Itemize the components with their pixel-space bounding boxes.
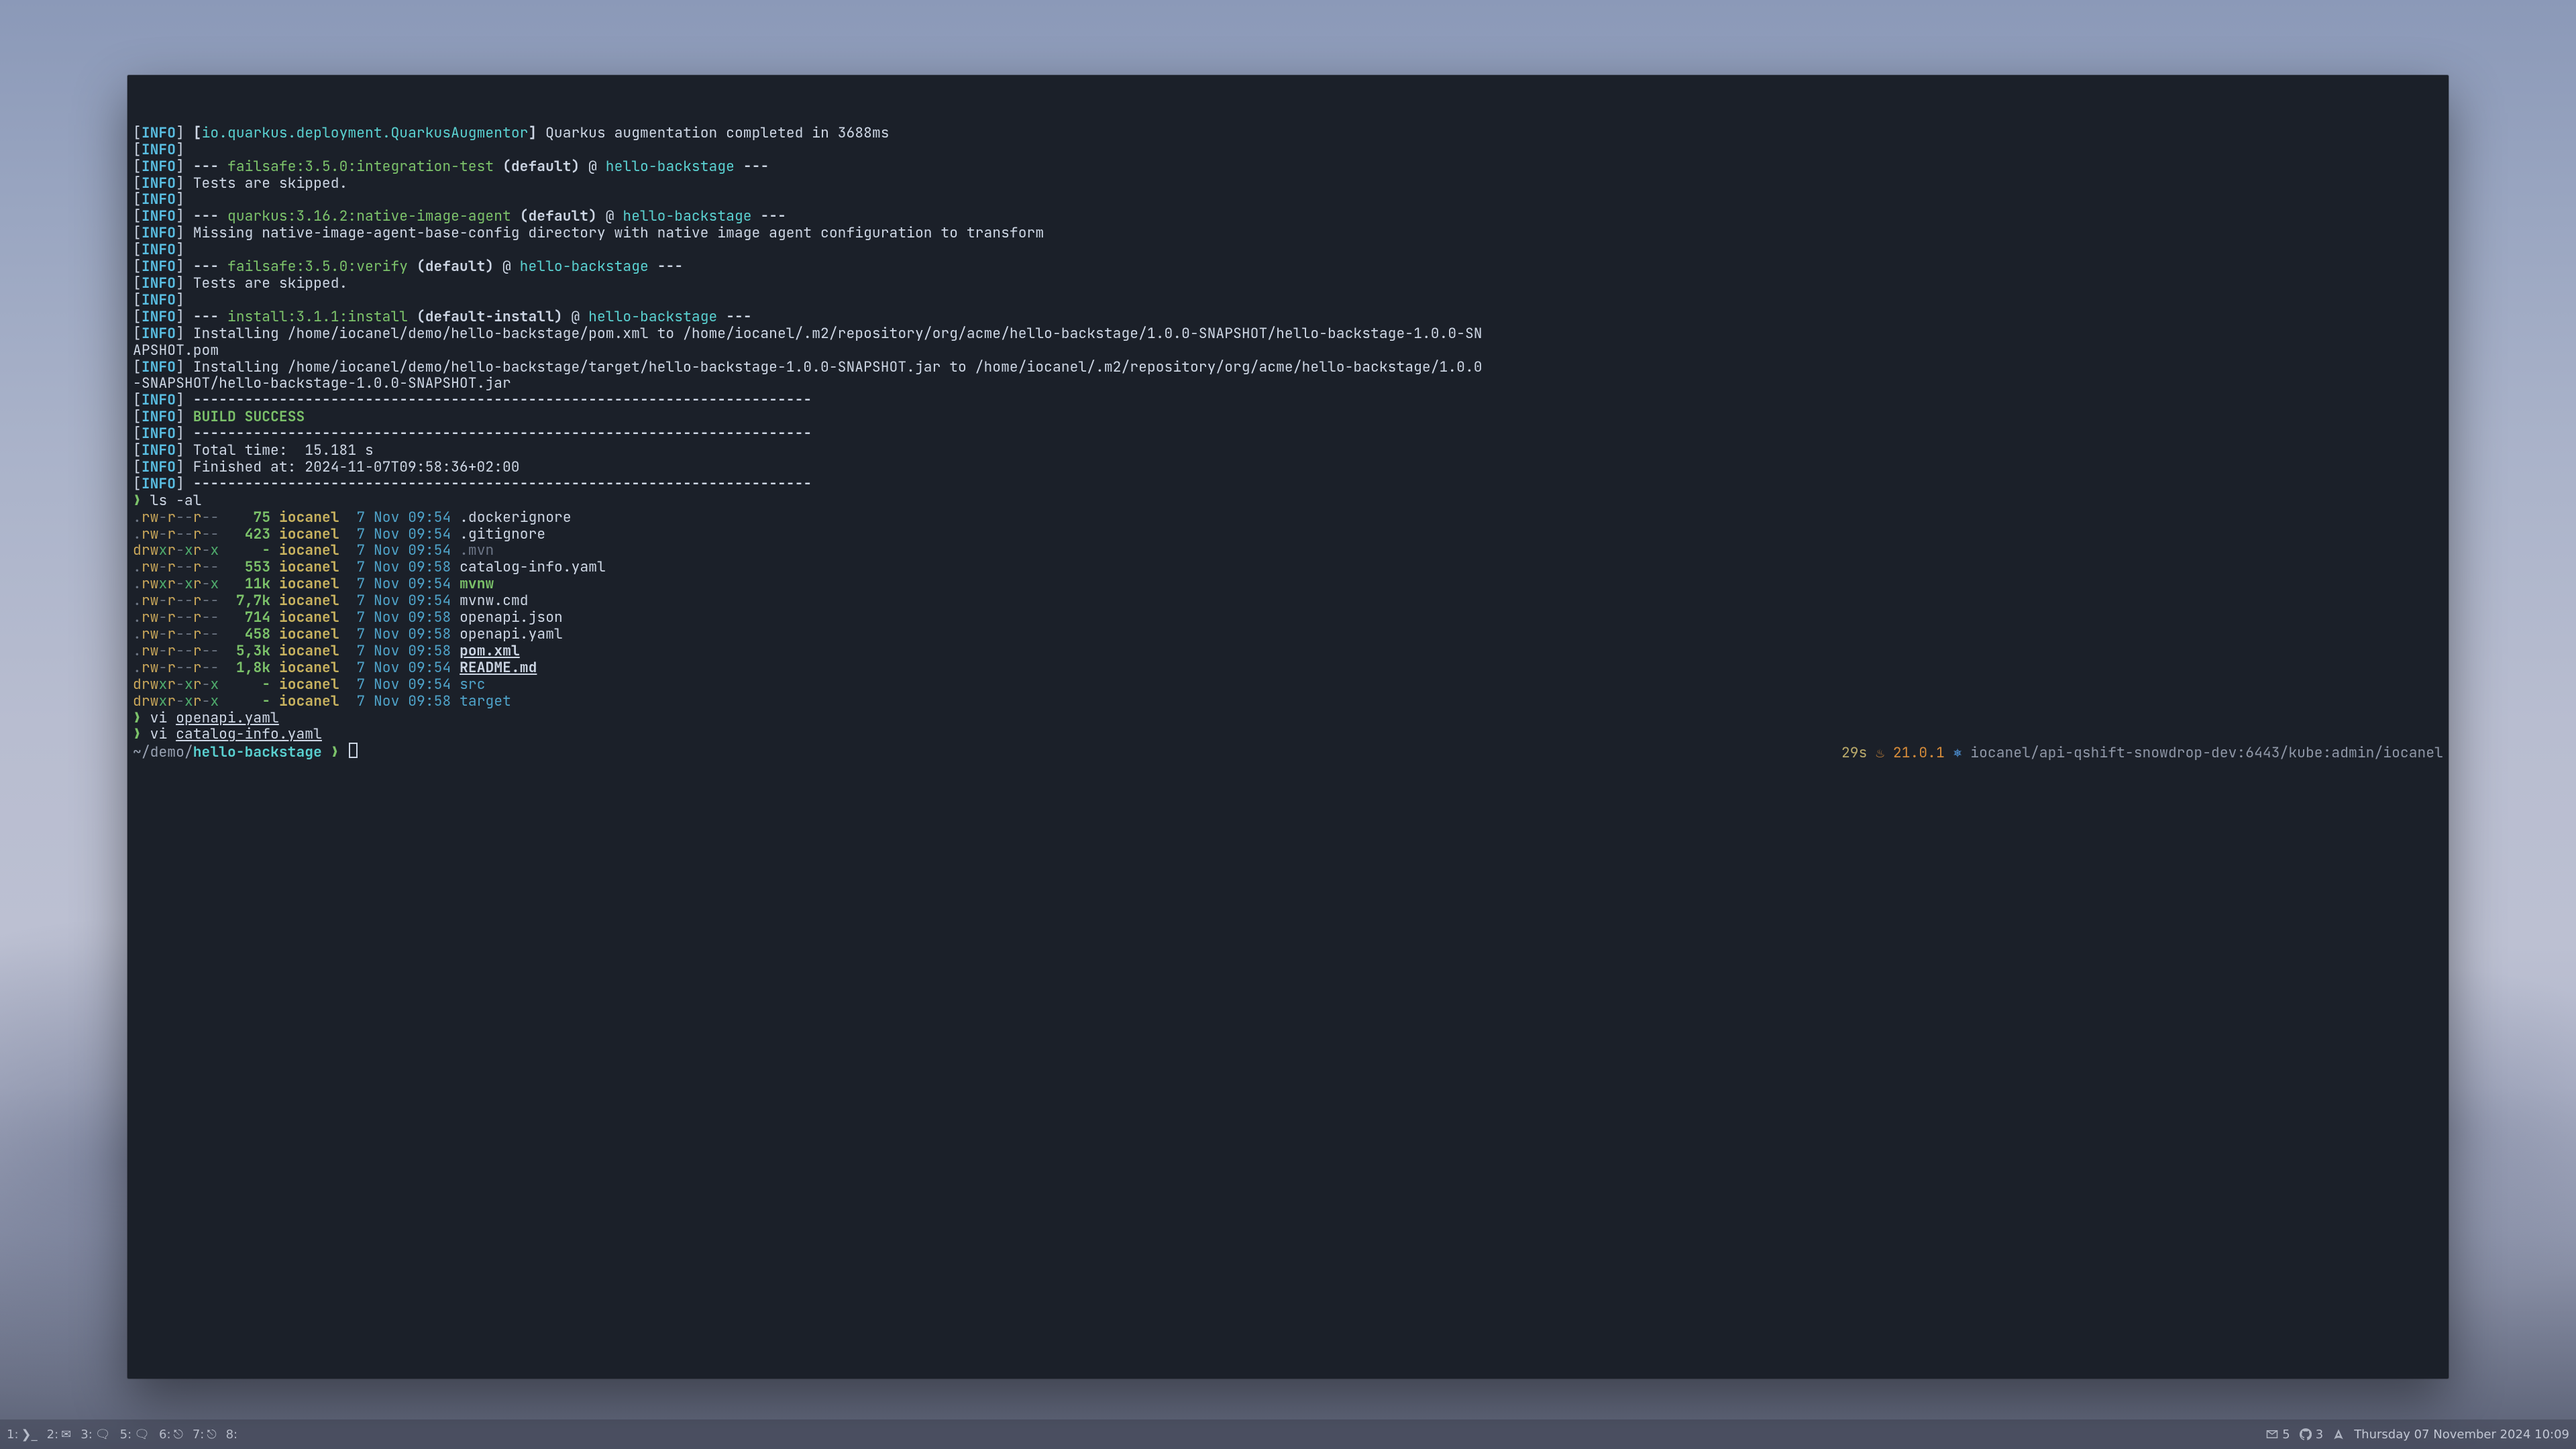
terminal-line: APSHOT.pom <box>133 342 2447 359</box>
cursor-icon <box>349 743 357 757</box>
ls-row: drwxr-xr-x - iocanel 7 Nov 09:58 target <box>133 693 2447 710</box>
prompt-line[interactable]: ~/demo/hello-backstage ❯ 29s ♨ 21.0.1 ⎈ … <box>133 743 2447 760</box>
ls-row: .rw-r--r-- 553 iocanel 7 Nov 09:58 catal… <box>133 559 2447 576</box>
terminal-line: [INFO] <box>133 142 2447 158</box>
terminal-line: [INFO] Tests are skipped. <box>133 175 2447 192</box>
workspace-item[interactable]: 1:❯_ <box>7 1428 38 1442</box>
terminal-line: [INFO] Installing /home/iocanel/demo/hel… <box>133 359 2447 376</box>
terminal-line: [INFO] --- failsafe:3.5.0:integration-te… <box>133 158 2447 175</box>
ls-row: drwxr-xr-x - iocanel 7 Nov 09:54 .mvn <box>133 542 2447 559</box>
ls-row: .rwxr-xr-x 11k iocanel 7 Nov 09:54 mvnw <box>133 576 2447 592</box>
terminal-output[interactable]: [INFO] [io.quarkus.deployment.QuarkusAug… <box>133 125 2447 761</box>
terminal-line: [INFO] <box>133 292 2447 309</box>
workspace-item[interactable]: 8: <box>226 1428 241 1442</box>
terminal-line: ❯ vi openapi.yaml <box>133 710 2447 727</box>
workspace-switcher[interactable]: 1:❯_ 2:✉ 3:🗨 5:🗨 6:⎋ 7:⎋ 8: <box>7 1428 240 1442</box>
github-tray-icon[interactable]: 3 <box>2300 1428 2323 1442</box>
mail-count: 5 <box>2282 1428 2290 1442</box>
terminal-line: -SNAPSHOT/hello-backstage-1.0.0-SNAPSHOT… <box>133 375 2447 392</box>
prompt-status: 29s ♨ 21.0.1 ⎈ iocanel/api-qshift-snowdr… <box>1841 745 2443 761</box>
workspace-item[interactable]: 5:🗨 <box>120 1428 150 1442</box>
terminal-line: [INFO] <box>133 191 2447 208</box>
terminal-line: [INFO] --- install:3.1.1:install (defaul… <box>133 309 2447 325</box>
terminal-line: [INFO] [io.quarkus.deployment.QuarkusAug… <box>133 125 2447 142</box>
terminal-line: [INFO] Installing /home/iocanel/demo/hel… <box>133 325 2447 342</box>
java-version: 21.0.1 <box>1893 743 1953 762</box>
clock[interactable]: Thursday 07 November 2024 10:09 <box>2354 1428 2569 1442</box>
terminal-line: ❯ vi catalog-info.yaml <box>133 726 2447 743</box>
terminal-line: [INFO] Total time: 15.181 s <box>133 442 2447 459</box>
workspace-item[interactable]: 3:🗨 <box>80 1428 110 1442</box>
terminal-line: [INFO] --- quarkus:3.16.2:native-image-a… <box>133 208 2447 225</box>
terminal-line: [INFO] Finished at: 2024-11-07T09:58:36+… <box>133 459 2447 476</box>
ls-row: .rw-r--r-- 5,3k iocanel 7 Nov 09:58 pom.… <box>133 643 2447 659</box>
ls-row: .rw-r--r-- 1,8k iocanel 7 Nov 09:54 READ… <box>133 659 2447 676</box>
github-count: 3 <box>2316 1428 2323 1442</box>
terminal-line: ❯ ls -al <box>133 492 2447 509</box>
mail-tray-icon[interactable]: 5 <box>2266 1428 2290 1442</box>
taskbar-right: 5 3 Thursday 07 November 2024 10:09 <box>2266 1428 2569 1442</box>
terminal-line: [INFO] --- failsafe:3.5.0:verify (defaul… <box>133 258 2447 275</box>
terminal-line: [INFO] BUILD SUCCESS <box>133 409 2447 425</box>
ls-row: .rw-r--r-- 7,7k iocanel 7 Nov 09:54 mvnw… <box>133 592 2447 609</box>
terminal-window[interactable]: [INFO] [io.quarkus.deployment.QuarkusAug… <box>127 75 2449 1379</box>
system-tray[interactable]: 5 3 <box>2266 1428 2345 1442</box>
ls-row: .rw-r--r-- 423 iocanel 7 Nov 09:54 .giti… <box>133 526 2447 543</box>
workspace-item[interactable]: 7:⎋ <box>193 1428 217 1442</box>
arch-tray-icon[interactable] <box>2332 1428 2345 1440</box>
ls-row: .rw-r--r-- 714 iocanel 7 Nov 09:58 opena… <box>133 609 2447 626</box>
terminal-line: [INFO] <box>133 241 2447 258</box>
terminal-line: [INFO] ---------------------------------… <box>133 476 2447 492</box>
terminal-line: [INFO] ---------------------------------… <box>133 392 2447 409</box>
taskbar: 1:❯_ 2:✉ 3:🗨 5:🗨 6:⎋ 7:⎋ 8: 5 3 Thursday 07 No… <box>0 1419 2576 1449</box>
terminal-line: [INFO] Missing native-image-agent-base-c… <box>133 225 2447 241</box>
ls-row: .rw-r--r-- 458 iocanel 7 Nov 09:58 opena… <box>133 626 2447 643</box>
workspace-item[interactable]: 2:✉ <box>47 1428 72 1442</box>
ls-row: .rw-r--r-- 75 iocanel 7 Nov 09:54 .docke… <box>133 509 2447 526</box>
terminal-line: [INFO] Tests are skipped. <box>133 275 2447 292</box>
workspace-item[interactable]: 6:⎋ <box>159 1428 183 1442</box>
k8s-context: iocanel/api-qshift-snowdrop-dev:6443/kub… <box>1970 743 2443 762</box>
ls-row: drwxr-xr-x - iocanel 7 Nov 09:54 src <box>133 676 2447 693</box>
terminal-line: [INFO] ---------------------------------… <box>133 425 2447 442</box>
